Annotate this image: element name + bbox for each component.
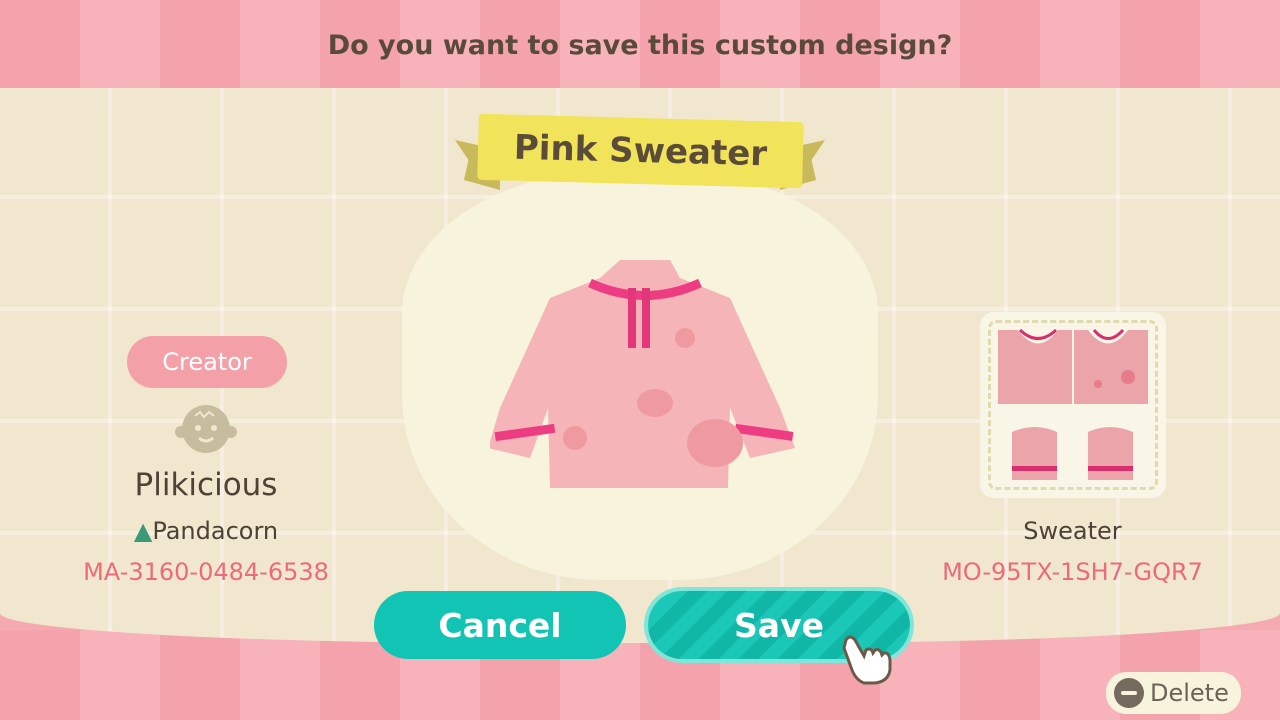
design-type: Sweater	[1023, 517, 1122, 545]
dialog-question: Do you want to save this custom design?	[327, 30, 953, 61]
design-code: MO-95TX-1SH7-GQR7	[942, 558, 1203, 586]
player-face-icon	[175, 405, 237, 453]
minus-circle-icon	[1114, 678, 1144, 708]
design-pattern-thumbnail	[980, 312, 1166, 498]
bottom-band	[0, 630, 1280, 720]
creator-code: MA-3160-0484-6538	[83, 558, 329, 586]
cancel-button[interactable]: Cancel	[374, 591, 626, 659]
pointer-hand-icon	[842, 635, 892, 685]
island-icon: ▲	[133, 517, 153, 545]
creator-island: ▲Pandacorn	[0, 517, 412, 545]
creator-label-pill: Creator	[127, 336, 287, 388]
creator-name: Plikicious	[134, 467, 278, 503]
design-title-banner: Pink Sweater	[477, 113, 804, 189]
sweater-preview	[490, 260, 795, 488]
delete-button[interactable]: Delete	[1106, 672, 1241, 714]
island-name: Pandacorn	[152, 517, 279, 545]
delete-label: Delete	[1150, 679, 1229, 707]
